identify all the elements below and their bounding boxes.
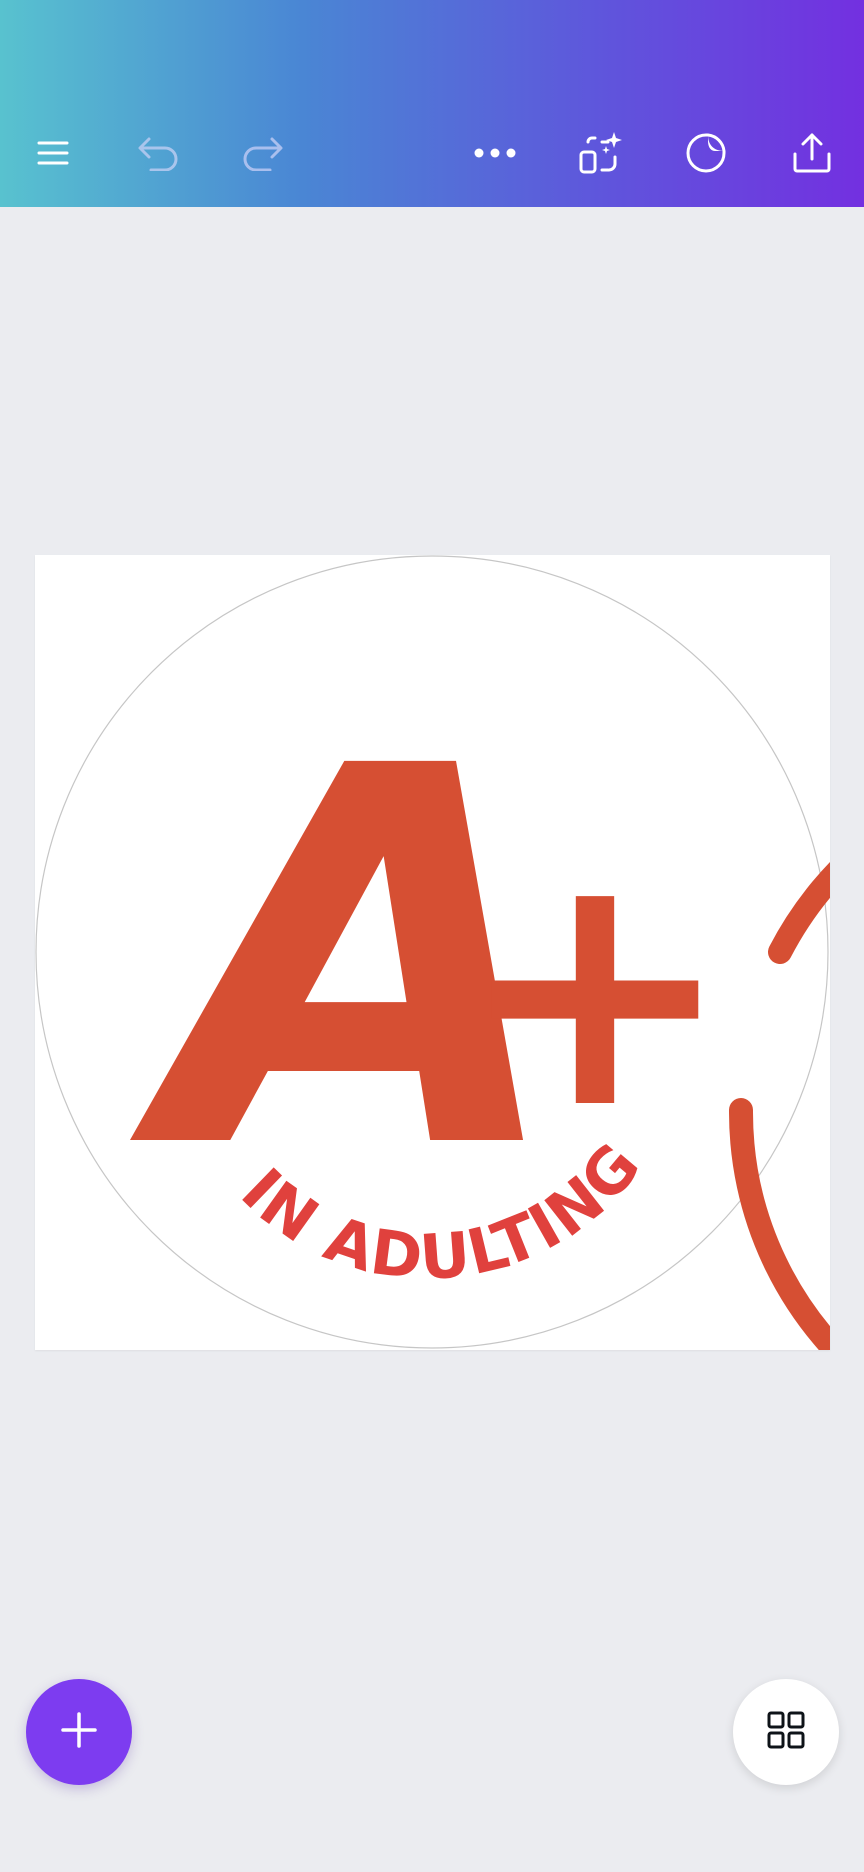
menu-button[interactable] xyxy=(18,118,88,188)
share-upload-icon xyxy=(792,132,832,174)
red-ring xyxy=(728,862,830,1350)
resize-sparkle-icon xyxy=(578,130,622,176)
sticker-icon xyxy=(685,132,727,174)
sticker-button[interactable] xyxy=(671,118,741,188)
grid-icon xyxy=(766,1710,806,1755)
redo-button[interactable] xyxy=(227,118,297,188)
plus-sign: + xyxy=(457,797,734,1181)
undo-icon xyxy=(137,135,181,171)
undo-button[interactable] xyxy=(124,118,194,188)
editor-toolbar xyxy=(0,0,864,207)
magic-resize-button[interactable] xyxy=(565,118,635,188)
more-horizontal-icon xyxy=(473,147,517,159)
more-options-button[interactable] xyxy=(460,118,530,188)
plus-icon xyxy=(59,1710,99,1755)
design-page[interactable]: A + IN ADULTING xyxy=(35,555,830,1350)
share-button[interactable] xyxy=(777,118,847,188)
add-element-button[interactable] xyxy=(26,1679,132,1785)
menu-icon xyxy=(36,136,70,170)
redo-icon xyxy=(240,135,284,171)
pages-grid-button[interactable] xyxy=(733,1679,839,1785)
sticker-artwork: A + IN ADULTING xyxy=(35,555,830,1350)
